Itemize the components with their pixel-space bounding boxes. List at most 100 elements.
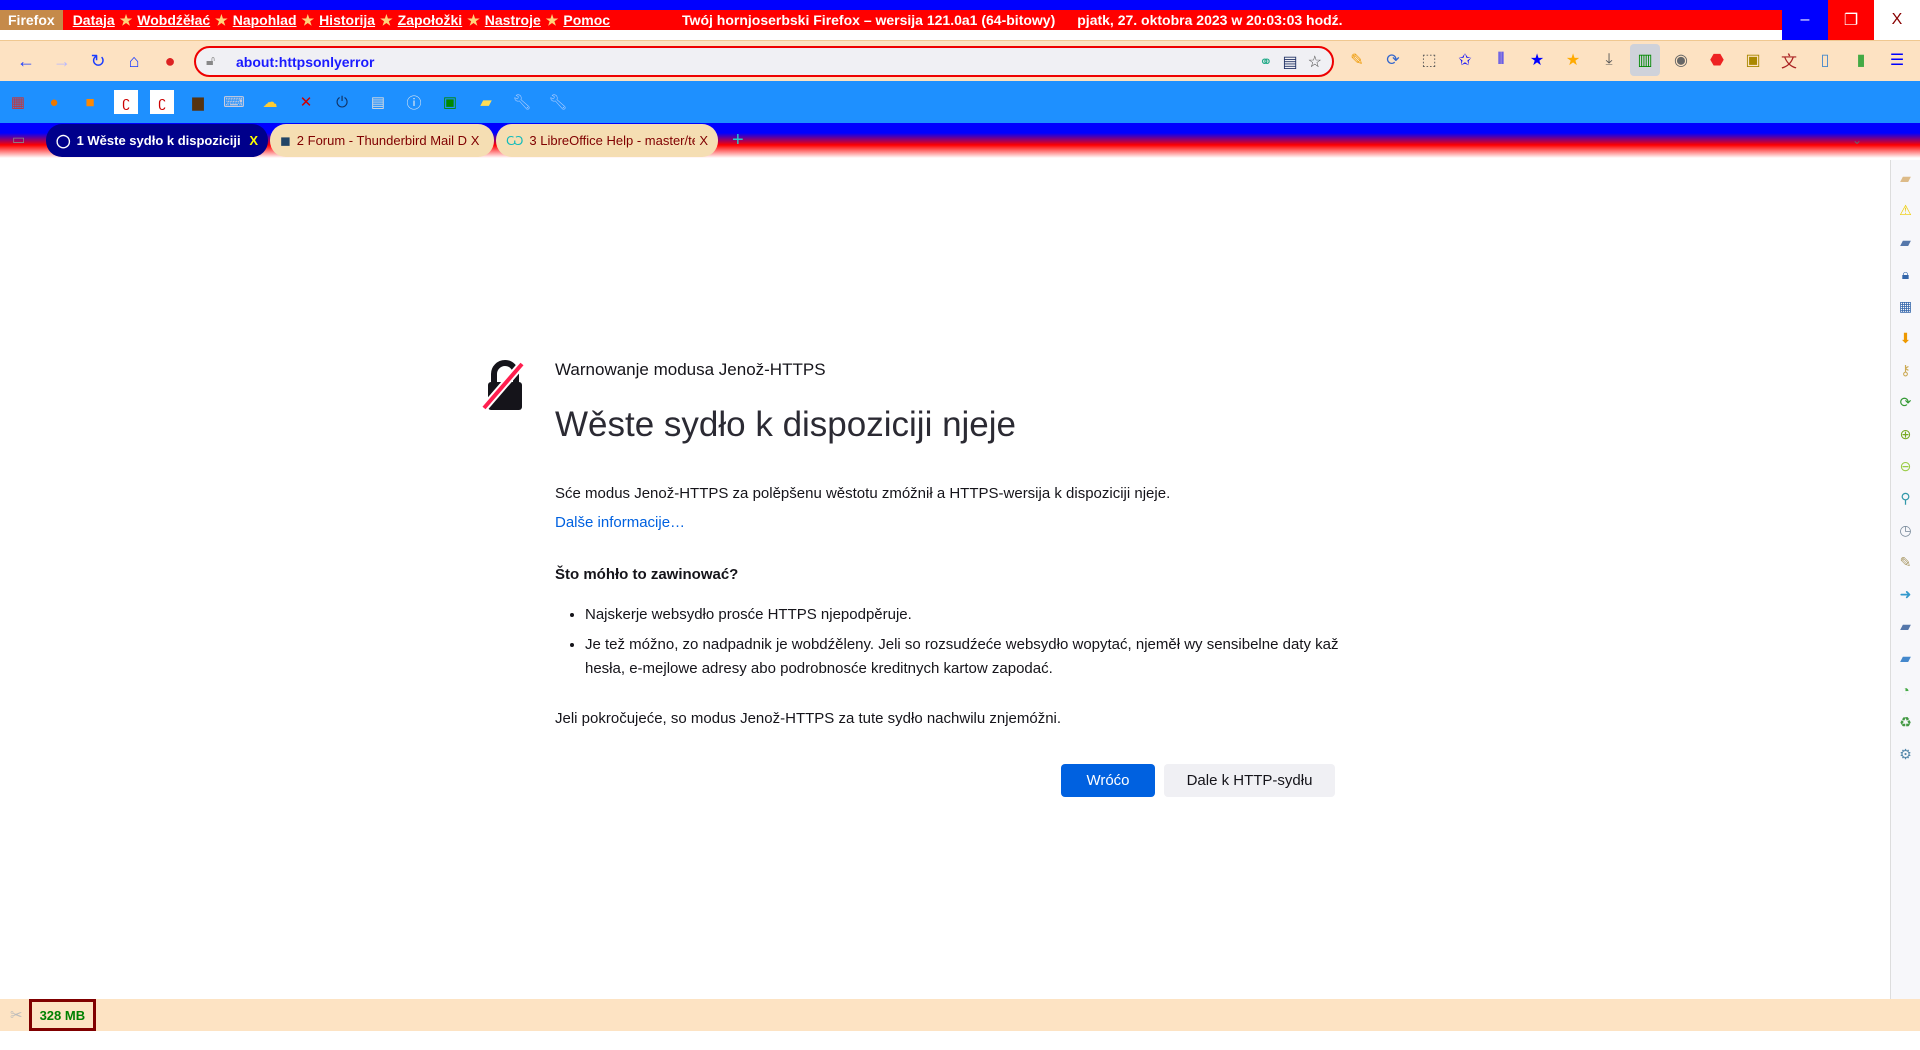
restore-button[interactable]: ❐ [1828, 0, 1874, 40]
cs2-icon[interactable]: ʗ [150, 90, 174, 114]
pen-icon[interactable]: ✎ [1897, 552, 1915, 572]
camera-icon[interactable]: ▆ [186, 90, 210, 114]
star-separator: ★ [380, 11, 393, 28]
libreoffice-icon: Ѡ [506, 133, 524, 148]
refresh-icon[interactable]: ⟳ [1897, 392, 1915, 412]
intro-text: Sće modus Jenož-HTTPS za polěpšenu wěsto… [555, 485, 1171, 502]
power-icon[interactable]: ⏻ [330, 90, 354, 114]
folder-edit-icon[interactable]: ▰ [474, 90, 498, 114]
folder-icon[interactable]: ▰ [1897, 232, 1915, 252]
go-back-button[interactable]: Wróćo [1061, 764, 1155, 797]
zoom-in-icon[interactable]: ⊕ [1897, 424, 1915, 444]
firefox-icon[interactable]: ● [42, 90, 66, 114]
search-refresh-icon[interactable]: ⚲ [1897, 488, 1915, 508]
causes-heading: Što móhło to zawinować? [555, 566, 739, 583]
bookmark-green-icon[interactable]: ▮ [1846, 44, 1876, 76]
keyboard-icon[interactable]: ⌨ [222, 90, 246, 114]
menu-bookmarks[interactable]: Zapołožki [398, 12, 463, 28]
radio-icon[interactable]: ▣ [1738, 44, 1768, 76]
download-icon[interactable]: ⤓ [1594, 44, 1624, 76]
close-tab-icon[interactable]: X [249, 133, 258, 148]
restart-icon[interactable]: ● [152, 46, 188, 76]
tab-2[interactable]: ◼ 2 Forum - Thunderbird Mail DE X [270, 124, 494, 157]
orange-icon[interactable]: ■ [78, 90, 102, 114]
calendar-icon[interactable]: ▦ [6, 90, 30, 114]
sidebar-toolbar: ▰ ⚠ ▰ 🔒︎ ▦ ⬇ ⚷ ⟳ ⊕ ⊖ ⚲ ◷ ✎ ➜ ▰ ▰ ◔ ♻ ⚙ [1890, 160, 1920, 999]
broken-lock-icon [480, 360, 526, 411]
url-input[interactable]: about:httpsonlyerror [236, 54, 374, 70]
home-icon[interactable]: ⌂ [116, 46, 152, 76]
url-bar[interactable]: 🔓︎ about:httpsonlyerror ⚭ ▤ ☆ [194, 46, 1334, 77]
cs-icon[interactable]: ʗ [114, 90, 138, 114]
down-arrow-icon[interactable]: ⬇ [1897, 328, 1915, 348]
menu-file[interactable]: Dataja [73, 12, 115, 28]
extensions-icon[interactable]: ⬚ [1414, 44, 1444, 76]
datetime: pjatk, 27. oktobra 2023 w 20:03:03 hodź. [1077, 12, 1343, 28]
menu-tools[interactable]: Nastroje [485, 12, 541, 28]
close-window-button[interactable]: X [1874, 0, 1920, 40]
close-tab-icon[interactable]: X [471, 133, 480, 148]
bookmark-star-icon[interactable]: ☆ [1308, 52, 1322, 72]
new-tab-button[interactable]: + [732, 129, 744, 152]
bookmarks-toolbar: ▦ ● ■ ʗ ʗ ▆ ⌨ ☁ ✕ ⏻ ▤ ⓘ ▣ ▰ 🔧︎ 🔧︎ [0, 81, 1920, 123]
minimize-button[interactable]: – [1782, 0, 1828, 40]
memory-usage[interactable]: 328 MB [28, 999, 97, 1031]
folder-open-icon[interactable]: ▰ [1897, 648, 1915, 668]
warning-icon[interactable]: ⚠ [1897, 200, 1915, 220]
menubar: Firefox Dataja ★ Wobdźěłać ★ Napohlad ★ His… [0, 10, 1782, 30]
favorite-icon[interactable]: ★ [1558, 44, 1588, 76]
tab-label: 2 Forum - Thunderbird Mail DE [296, 133, 467, 148]
sync-icon[interactable]: ⟳ [1378, 44, 1408, 76]
app-menu-button[interactable]: Firefox [0, 10, 63, 30]
x-icon[interactable]: ✕ [294, 90, 318, 114]
clock-remove-icon[interactable]: ◷ [1897, 520, 1915, 540]
forward-arrow-icon[interactable]: → [44, 46, 80, 76]
recycle-icon[interactable]: ♻ [1897, 712, 1915, 732]
scissors-icon[interactable]: ✂ [10, 1006, 23, 1024]
page-content [0, 160, 1890, 999]
page-title: Wěste sydło k dispoziciji njeje [555, 405, 1017, 444]
hamburger-menu-icon[interactable]: ☰ [1882, 44, 1912, 76]
close-tab-icon[interactable]: X [699, 133, 708, 148]
info-icon[interactable]: ⓘ [402, 90, 426, 114]
tab-list-icon[interactable]: ▭ [12, 131, 25, 148]
library-icon[interactable]: ⫴ [1486, 44, 1516, 76]
reload-icon[interactable]: ↻ [80, 46, 116, 76]
menu-help[interactable]: Pomoc [563, 12, 610, 28]
bookmarks-star-icon[interactable]: ✩ [1450, 44, 1480, 76]
reader-view-icon[interactable]: ▤ [1283, 52, 1298, 72]
settings-gears-icon[interactable]: ⚙ [1897, 744, 1915, 764]
wrench-icon[interactable]: 🔧︎ [510, 90, 534, 114]
star-icon[interactable]: ★ [1522, 44, 1552, 76]
adblock-icon[interactable]: ⬣ [1702, 44, 1732, 76]
insecure-lock-icon[interactable]: 🔓︎ [206, 52, 215, 69]
sidebar-icon[interactable]: ▥ [1630, 44, 1660, 76]
weather-icon[interactable]: ☁ [258, 90, 282, 114]
notes-icon[interactable]: ✎ [1342, 44, 1372, 76]
wrench-icon[interactable]: 🔧︎ [546, 90, 570, 114]
key-add-icon[interactable]: ⚷ [1897, 360, 1915, 380]
learn-more-link[interactable]: Dalše informacije… [555, 514, 685, 531]
lock-key-icon[interactable]: 🔒︎ [1897, 264, 1915, 284]
back-arrow-icon[interactable]: ← [8, 46, 44, 76]
translate-icon[interactable]: 文 [1774, 44, 1804, 76]
forward-icon[interactable]: ➜ [1897, 584, 1915, 604]
menu-edit[interactable]: Wobdźěłać [137, 12, 210, 28]
tab-3[interactable]: Ѡ 3 LibreOffice Help - master/te X [496, 124, 718, 157]
share-icon[interactable]: ⚭ [1259, 52, 1272, 72]
zip-icon[interactable]: ▤ [366, 90, 390, 114]
zoom-out-icon[interactable]: ⊖ [1897, 456, 1915, 476]
folder-user-icon[interactable]: ▰ [1897, 168, 1915, 188]
clock-icon[interactable]: ◔ [1897, 680, 1915, 700]
menu-view[interactable]: Napohlad [233, 12, 297, 28]
calendar-star-icon[interactable]: ▦ [1897, 296, 1915, 316]
badge-icon[interactable]: ▣ [438, 90, 462, 114]
menu-history[interactable]: Historija [319, 12, 375, 28]
privacy-icon[interactable]: ◉ [1666, 44, 1696, 76]
tab-overflow-chevron-icon[interactable]: ⌄ [1852, 133, 1862, 147]
folder-red-icon[interactable]: ▰ [1897, 616, 1915, 636]
tab-1[interactable]: ◯ 1 Wěste sydło k dispoziciji nje X [46, 124, 268, 157]
spacer [0, 30, 1782, 40]
continue-http-button[interactable]: Dale k HTTP-sydłu [1164, 764, 1335, 797]
phone-icon[interactable]: ▯ [1810, 44, 1840, 76]
